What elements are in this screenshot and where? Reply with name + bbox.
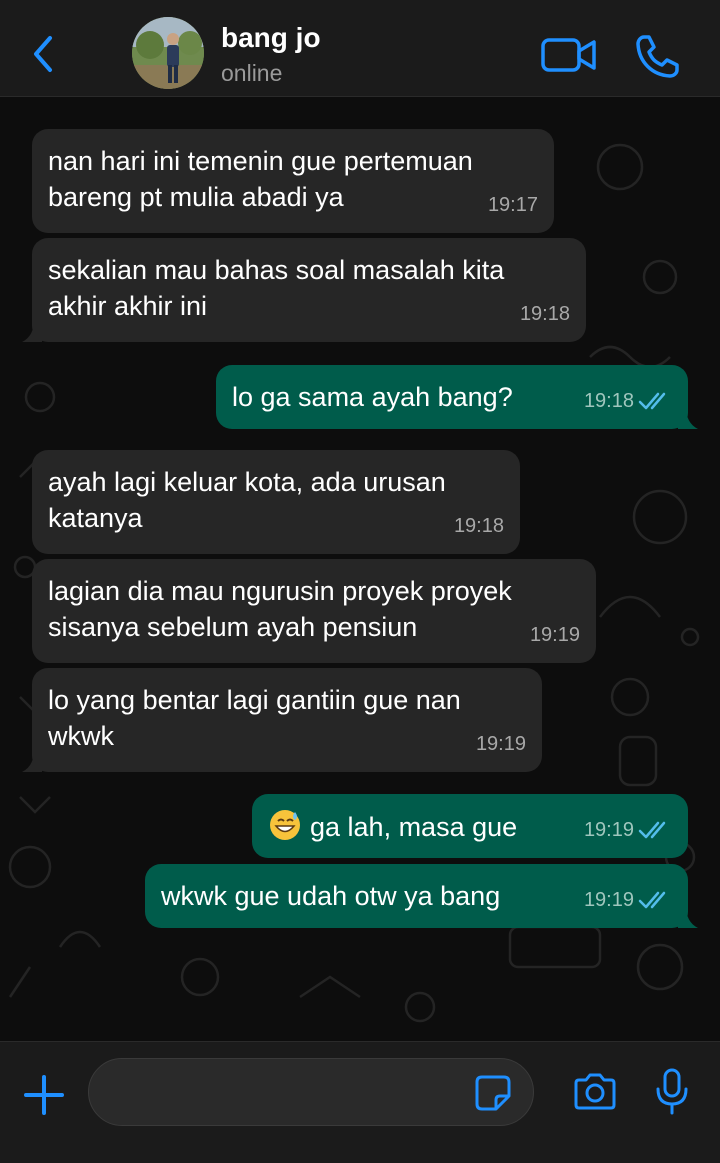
message-time: 19:18 bbox=[583, 390, 634, 412]
video-camera-icon bbox=[541, 38, 596, 72]
message-text: nan hari ini temenin gue pertemuan baren… bbox=[48, 146, 481, 212]
message-time: 19:19 bbox=[475, 733, 526, 755]
contact-status: online bbox=[221, 60, 283, 86]
message-meta: 19:19 bbox=[584, 882, 672, 918]
voice-call-button[interactable] bbox=[634, 32, 682, 80]
bubble-tail bbox=[22, 750, 42, 772]
message-input[interactable] bbox=[88, 1058, 534, 1126]
contact-name[interactable]: bang jo bbox=[221, 22, 321, 54]
read-ticks-icon bbox=[638, 891, 666, 909]
read-ticks-icon bbox=[638, 821, 666, 839]
incoming-message[interactable]: nan hari ini temenin gue pertemuan baren… bbox=[32, 129, 554, 233]
avatar-image bbox=[132, 17, 204, 89]
bubble-tail bbox=[678, 906, 698, 928]
outgoing-message[interactable]: lo ga sama ayah bang? 19:18 bbox=[216, 365, 698, 429]
incoming-message[interactable]: lagian dia mau ngurusin proyek proyek si… bbox=[32, 559, 596, 663]
message-time: 19:18 bbox=[519, 303, 570, 325]
message-time: 19:19 bbox=[529, 624, 580, 646]
outgoing-message[interactable]: wkwk gue udah otw ya bang 19:19 bbox=[145, 864, 698, 928]
chevron-left-icon bbox=[34, 36, 52, 72]
microphone-icon bbox=[656, 1068, 688, 1115]
incoming-message[interactable]: ayah lagi keluar kota, ada urusan katany… bbox=[32, 450, 520, 554]
video-call-button[interactable] bbox=[540, 35, 598, 75]
chat-header: bang jo online bbox=[0, 0, 720, 97]
camera-icon bbox=[574, 1073, 616, 1110]
message-text: lo yang bentar lagi gantiin gue nan wkwk bbox=[48, 685, 469, 751]
message-text: lagian dia mau ngurusin proyek proyek si… bbox=[48, 576, 520, 642]
incoming-message[interactable]: sekalian mau bahas soal masalah kita akh… bbox=[22, 238, 586, 342]
grinning-sweat-emoji bbox=[270, 810, 300, 840]
message-time: 19:17 bbox=[487, 194, 538, 216]
back-button[interactable] bbox=[28, 34, 58, 74]
sticker-icon bbox=[475, 1075, 511, 1111]
bubble-tail bbox=[678, 407, 698, 429]
message-text: ga lah, masa gue bbox=[310, 812, 518, 842]
plus-icon bbox=[24, 1075, 64, 1115]
bubble-tail bbox=[22, 320, 42, 342]
message-text: ayah lagi keluar kota, ada urusan katany… bbox=[48, 467, 454, 533]
incoming-message[interactable]: lo yang bentar lagi gantiin gue nan wkwk… bbox=[22, 668, 542, 772]
message-text: sekalian mau bahas soal masalah kita akh… bbox=[48, 255, 512, 321]
phone-icon bbox=[636, 35, 679, 78]
message-time: 19:18 bbox=[453, 515, 504, 537]
message-meta: 19:18 bbox=[584, 383, 672, 419]
message-meta: 19:19 bbox=[584, 812, 672, 848]
microphone-button[interactable] bbox=[654, 1067, 690, 1117]
message-time: 19:19 bbox=[583, 889, 634, 911]
attach-button[interactable] bbox=[22, 1073, 66, 1117]
avatar[interactable] bbox=[132, 17, 204, 89]
camera-button[interactable] bbox=[572, 1072, 618, 1112]
outgoing-message[interactable]: ga lah, masa gue 19:19 bbox=[252, 794, 688, 858]
message-time: 19:19 bbox=[583, 819, 634, 841]
sticker-button[interactable] bbox=[474, 1074, 512, 1112]
message-list[interactable]: nan hari ini temenin gue pertemuan baren… bbox=[0, 97, 720, 1041]
read-ticks-icon bbox=[638, 392, 666, 410]
